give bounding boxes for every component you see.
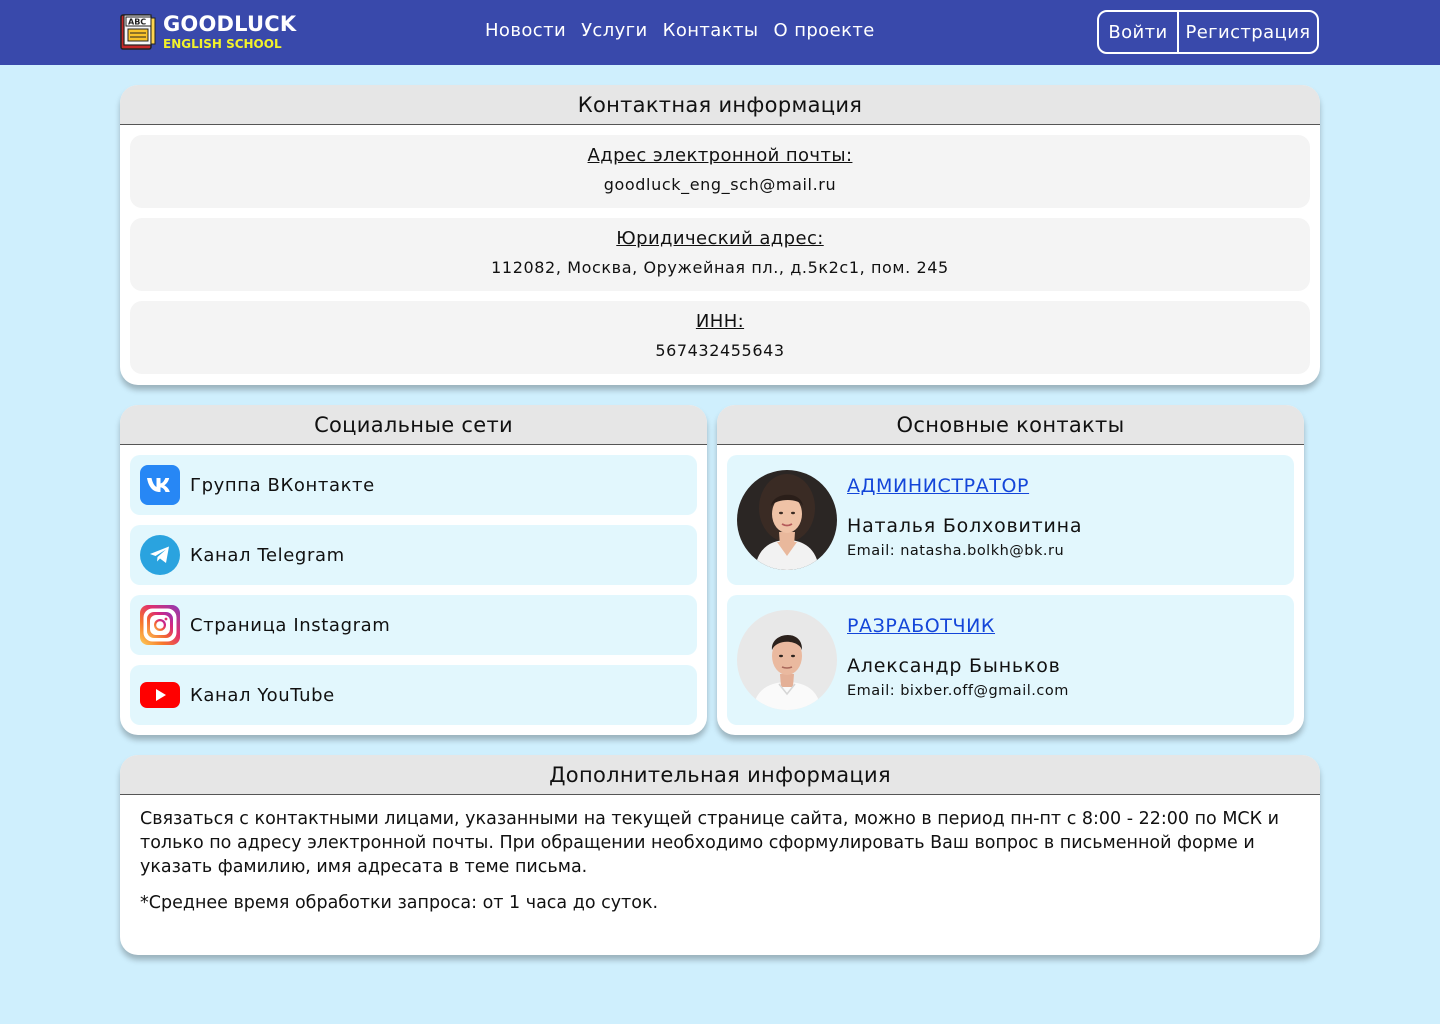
- youtube-icon: [140, 675, 180, 715]
- person-name-admin: Наталья Болховитина: [847, 515, 1083, 537]
- person-email-developer: Email: bixber.off@gmail.com: [847, 683, 1069, 699]
- email-info-block: Адрес электронной почты: goodluck_eng_sc…: [130, 135, 1310, 208]
- telegram-icon: [140, 535, 180, 575]
- register-button[interactable]: Регистрация: [1179, 12, 1317, 52]
- contact-info-panel: Контактная информация Адрес электронной …: [120, 85, 1320, 385]
- login-button[interactable]: Войти: [1099, 12, 1179, 52]
- social-item-youtube[interactable]: Канал YouTube: [130, 665, 697, 725]
- social-item-instagram[interactable]: Страница Instagram: [130, 595, 697, 655]
- vk-icon: [140, 465, 180, 505]
- person-email-admin: Email: natasha.bolkh@bk.ru: [847, 543, 1065, 559]
- extra-info-title: Дополнительная информация: [120, 755, 1320, 795]
- legal-address-block: Юридический адрес: 112082, Москва, Оруже…: [130, 218, 1310, 291]
- nav-contacts[interactable]: Контакты: [663, 20, 759, 41]
- legal-address-value: 112082, Москва, Оружейная пл., д.5к2с1, …: [491, 258, 949, 277]
- main-nav: Новости Услуги Контакты О проекте: [485, 20, 875, 41]
- main-contacts-panel: Основные контакты АДМИНИСТРАТОР Наталья …: [717, 405, 1304, 735]
- abc-book-icon: ABC: [120, 13, 156, 51]
- social-item-telegram[interactable]: Канал Telegram: [130, 525, 697, 585]
- role-link-developer[interactable]: РАЗРАБОТЧИК: [847, 615, 995, 637]
- nav-services[interactable]: Услуги: [581, 20, 648, 41]
- nav-about[interactable]: О проекте: [774, 20, 875, 41]
- social-label-youtube: Канал YouTube: [190, 684, 335, 706]
- social-title: Социальные сети: [120, 405, 707, 445]
- logo-title: GOODLUCK: [163, 12, 297, 36]
- inn-value: 567432455643: [655, 341, 785, 360]
- main-contacts-title: Основные контакты: [717, 405, 1304, 445]
- social-item-vk[interactable]: Группа ВКонтакте: [130, 455, 697, 515]
- social-networks-panel: Социальные сети Группа ВКонтакте Канал T…: [120, 405, 707, 735]
- social-label-telegram: Канал Telegram: [190, 544, 345, 566]
- social-label-instagram: Страница Instagram: [190, 614, 391, 636]
- email-label: Адрес электронной почты:: [587, 145, 853, 166]
- person-card-developer: РАЗРАБОТЧИК Александр Быньков Email: bix…: [727, 595, 1294, 725]
- person-card-admin: АДМИНИСТРАТОР Наталья Болховитина Email:…: [727, 455, 1294, 585]
- logo[interactable]: ABC GOODLUCK ENGLISH SCHOOL: [120, 13, 296, 51]
- auth-buttons: Войти Регистрация: [1097, 10, 1319, 54]
- inn-label: ИНН:: [695, 311, 745, 332]
- avatar-admin: [737, 470, 837, 570]
- extra-info-panel: Дополнительная информация Связаться с ко…: [120, 755, 1320, 955]
- instagram-icon: [140, 605, 180, 645]
- email-value: goodluck_eng_sch@mail.ru: [603, 175, 837, 194]
- contact-info-title: Контактная информация: [120, 85, 1320, 125]
- extra-info-note: *Среднее время обработки запроса: от 1 ч…: [140, 893, 659, 913]
- svg-text:ABC: ABC: [128, 18, 146, 27]
- avatar-developer: [737, 610, 837, 710]
- site-header: ABC GOODLUCK ENGLISH SCHOOL Новости Услу…: [0, 0, 1440, 65]
- social-label-vk: Группа ВКонтакте: [190, 474, 375, 496]
- logo-subtitle: ENGLISH SCHOOL: [163, 37, 282, 51]
- person-name-developer: Александр Быньков: [847, 655, 1061, 677]
- extra-info-text: Связаться с контактными лицами, указанны…: [140, 809, 1279, 877]
- inn-block: ИНН: 567432455643: [130, 301, 1310, 374]
- role-link-admin[interactable]: АДМИНИСТРАТОР: [847, 475, 1029, 497]
- legal-address-label: Юридический адрес:: [616, 228, 824, 249]
- nav-news[interactable]: Новости: [485, 20, 566, 41]
